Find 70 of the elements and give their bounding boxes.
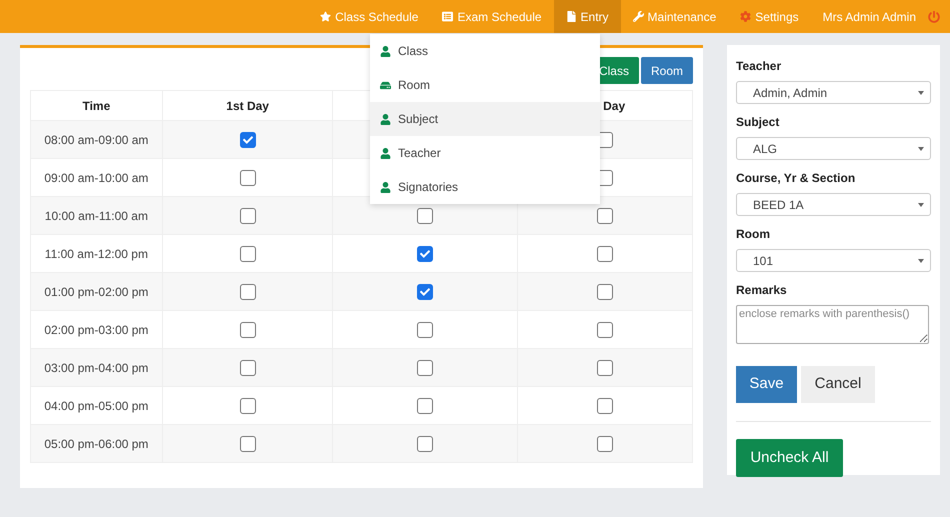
user-icon (380, 182, 391, 192)
field-label: Teacher (736, 58, 782, 75)
checkbox[interactable] (240, 436, 256, 452)
checkbox[interactable] (240, 208, 256, 224)
user-icon (380, 114, 391, 124)
time-slot: 10:00 am-11:00 am (44, 208, 148, 222)
menu-item[interactable]: Subject (370, 102, 600, 136)
box-icon (380, 80, 391, 90)
checkbox[interactable] (240, 132, 256, 148)
field-label: Room (736, 226, 771, 243)
time-slot: 08:00 am-09:00 am (44, 132, 148, 146)
caret-icon (918, 258, 924, 262)
caret-icon (918, 146, 924, 150)
field-label: Subject (736, 114, 780, 131)
check-icon (242, 134, 253, 144)
star-icon (320, 11, 332, 22)
checkbox[interactable] (417, 284, 434, 300)
uncheck-all-button[interactable]: Uncheck All (736, 439, 843, 477)
caret-icon (918, 202, 924, 206)
menu-item[interactable]: Room (370, 68, 600, 102)
time-slot: 05:00 pm-06:00 pm (44, 436, 148, 450)
list-icon (442, 11, 454, 22)
checkbox[interactable] (597, 398, 614, 414)
check-icon (420, 248, 430, 258)
field-label: Remarks (736, 282, 788, 299)
time-slot: 03:00 pm-04:00 pm (44, 360, 148, 374)
user-icon (380, 148, 391, 158)
select-field[interactable]: BEED 1A (736, 193, 931, 216)
checkbox[interactable] (597, 208, 614, 224)
checkbox[interactable] (597, 322, 614, 338)
column-header: 1st Day (162, 90, 333, 120)
file-icon (566, 11, 577, 22)
checkbox[interactable] (417, 322, 434, 338)
remarks-field[interactable]: enclose remarks with parenthesis() (736, 305, 929, 344)
tab-button[interactable]: Room (640, 57, 693, 84)
checkbox[interactable] (240, 170, 256, 186)
checkbox[interactable] (597, 436, 614, 452)
settings-icon (740, 11, 752, 22)
checkbox[interactable] (597, 246, 614, 262)
save-button[interactable]: Save (736, 366, 797, 403)
field-label: Course, Yr & Section (736, 170, 856, 187)
user-icon (380, 46, 391, 56)
checkbox[interactable] (417, 436, 434, 452)
time-slot: 09:00 am-10:00 am (44, 170, 148, 184)
checkbox[interactable] (417, 398, 434, 414)
menu-item[interactable]: Signatories (370, 170, 600, 204)
checkbox[interactable] (240, 322, 256, 338)
select-field[interactable]: ALG (736, 137, 931, 160)
wrench-icon (632, 11, 644, 22)
time-slot: 02:00 pm-03:00 pm (44, 322, 148, 336)
cancel-button[interactable]: Cancel (801, 366, 875, 403)
menu-item[interactable]: Teacher (370, 136, 600, 170)
select-field[interactable]: 101 (736, 249, 931, 272)
time-slot: 11:00 am-12:00 pm (44, 246, 148, 260)
column-header: Time (30, 90, 162, 120)
caret-icon (918, 90, 924, 94)
checkbox[interactable] (240, 398, 256, 414)
checkbox[interactable] (240, 284, 256, 300)
checkbox[interactable] (417, 246, 434, 262)
checkbox[interactable] (597, 360, 614, 376)
select-field[interactable]: Admin, Admin (736, 81, 931, 104)
time-slot: 04:00 pm-05:00 pm (44, 398, 148, 412)
checkbox[interactable] (240, 360, 256, 376)
menu-item[interactable]: Class (370, 34, 600, 68)
time-slot: 01:00 pm-02:00 pm (44, 284, 148, 298)
checkbox[interactable] (240, 246, 256, 262)
checkbox[interactable] (597, 284, 614, 300)
check-icon (420, 286, 430, 296)
checkbox[interactable] (417, 208, 434, 224)
checkbox[interactable] (417, 360, 434, 376)
